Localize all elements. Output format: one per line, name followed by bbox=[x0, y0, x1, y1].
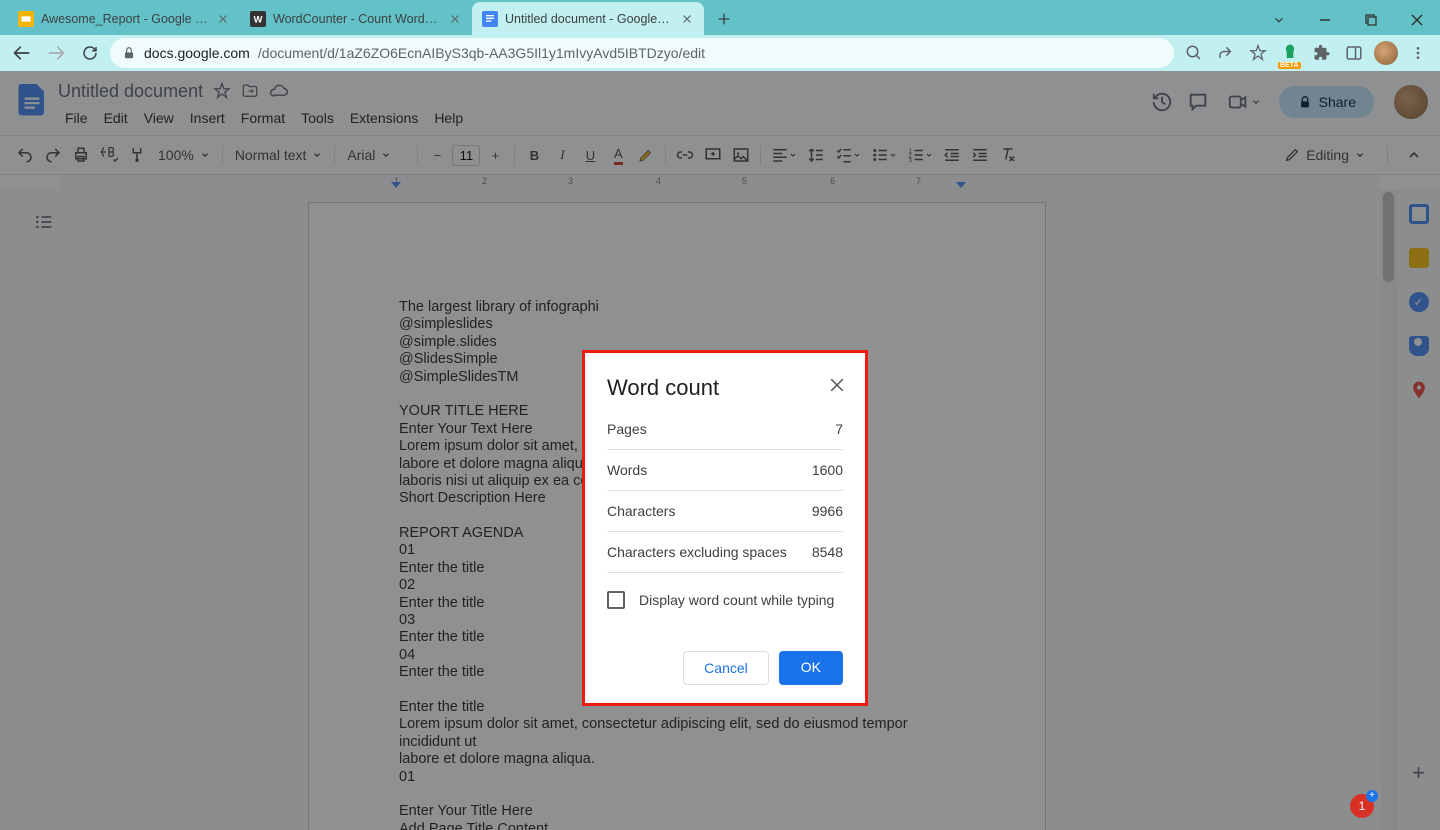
tab-wordcounter[interactable]: W WordCounter - Count Words & C bbox=[240, 2, 472, 35]
back-button[interactable] bbox=[8, 39, 36, 67]
window-controls bbox=[1256, 5, 1440, 35]
address-bar-actions: BETA bbox=[1180, 39, 1432, 67]
notification-badge[interactable]: 1 bbox=[1350, 794, 1374, 818]
close-window-button[interactable] bbox=[1394, 5, 1440, 35]
close-icon[interactable] bbox=[216, 12, 230, 26]
url-host: docs.google.com bbox=[144, 45, 250, 61]
address-bar: docs.google.com/document/d/1aZ6ZO6EcnAIB… bbox=[0, 35, 1440, 71]
browser-titlebar: Awesome_Report - Google Slides W WordCou… bbox=[0, 0, 1440, 35]
cancel-button[interactable]: Cancel bbox=[683, 651, 769, 685]
dialog-row-label: Words bbox=[607, 462, 647, 478]
dialog-close-button[interactable] bbox=[825, 373, 849, 397]
tab-search-icon[interactable] bbox=[1256, 5, 1302, 35]
wc-icon: W bbox=[250, 11, 266, 27]
dialog-row-value: 7 bbox=[835, 421, 843, 437]
tab-docs-active[interactable]: Untitled document - Google Doc bbox=[472, 2, 704, 35]
dialog-row-value: 8548 bbox=[812, 544, 843, 560]
share-icon[interactable] bbox=[1212, 39, 1240, 67]
tab-title: Untitled document - Google Doc bbox=[505, 12, 673, 26]
zoom-icon[interactable] bbox=[1180, 39, 1208, 67]
url-input[interactable]: docs.google.com/document/d/1aZ6ZO6EcnAIB… bbox=[110, 38, 1174, 68]
dialog-row: Words 1600 bbox=[607, 450, 843, 491]
forward-button[interactable] bbox=[42, 39, 70, 67]
minimize-button[interactable] bbox=[1302, 5, 1348, 35]
dialog-row: Characters excluding spaces 8548 bbox=[607, 532, 843, 573]
tab-title: WordCounter - Count Words & C bbox=[273, 12, 441, 26]
dialog-row-label: Characters bbox=[607, 503, 675, 519]
bookmark-icon[interactable] bbox=[1244, 39, 1272, 67]
close-icon[interactable] bbox=[680, 12, 694, 26]
dialog-row-label: Characters excluding spaces bbox=[607, 544, 787, 560]
extensions-icon[interactable] bbox=[1308, 39, 1336, 67]
url-path: /document/d/1aZ6ZO6EcnAIByS3qb-AA3G5Il1y… bbox=[258, 45, 705, 61]
display-while-typing-option[interactable]: Display word count while typing bbox=[607, 591, 843, 609]
dialog-row: Pages 7 bbox=[607, 421, 843, 450]
tab-slides[interactable]: Awesome_Report - Google Slides bbox=[8, 2, 240, 35]
checkbox-icon[interactable] bbox=[607, 591, 625, 609]
svg-text:W: W bbox=[254, 14, 263, 24]
beta-badge: BETA bbox=[1278, 62, 1301, 69]
new-tab-button[interactable] bbox=[710, 5, 738, 33]
word-count-dialog: Word count Pages 7 Words 1600 Characters 9966… bbox=[582, 350, 868, 706]
close-icon[interactable] bbox=[448, 12, 462, 26]
sidepanel-icon[interactable] bbox=[1340, 39, 1368, 67]
maximize-button[interactable] bbox=[1348, 5, 1394, 35]
dialog-row: Characters 9966 bbox=[607, 491, 843, 532]
chrome-menu-icon[interactable] bbox=[1404, 39, 1432, 67]
lock-icon bbox=[122, 46, 136, 60]
docs-icon bbox=[482, 11, 498, 27]
dialog-title: Word count bbox=[607, 375, 843, 401]
dialog-rows: Pages7Words1600Characters9966Characters … bbox=[607, 421, 843, 573]
checkbox-label: Display word count while typing bbox=[639, 592, 834, 608]
browser-tabs: Awesome_Report - Google Slides W WordCou… bbox=[0, 0, 738, 35]
extension-beta-icon[interactable]: BETA bbox=[1276, 39, 1304, 67]
docs-app: Untitled document File Edit View Insert … bbox=[0, 71, 1440, 830]
dialog-row-label: Pages bbox=[607, 421, 647, 437]
dialog-row-value: 9966 bbox=[812, 503, 843, 519]
ok-button[interactable]: OK bbox=[779, 651, 843, 685]
reload-button[interactable] bbox=[76, 39, 104, 67]
slides-icon bbox=[18, 11, 34, 27]
profile-avatar[interactable] bbox=[1372, 39, 1400, 67]
tab-title: Awesome_Report - Google Slides bbox=[41, 12, 209, 26]
dialog-row-value: 1600 bbox=[812, 462, 843, 478]
